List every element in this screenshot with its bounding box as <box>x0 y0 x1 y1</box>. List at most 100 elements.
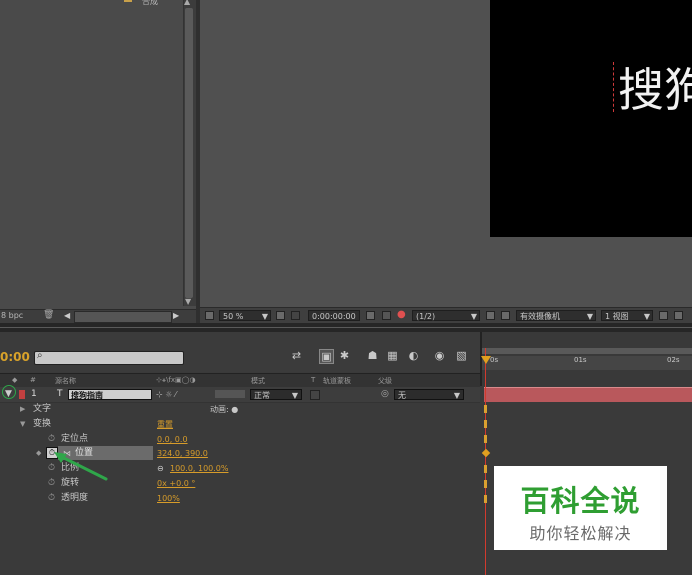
graph-editor-icon[interactable]: ▧ <box>455 349 468 362</box>
expand-triangle-icon[interactable]: ▼ <box>5 387 12 402</box>
hide-shy-layers-icon[interactable]: ☗ <box>366 349 379 362</box>
chevron-down-icon: ▼ <box>586 312 593 321</box>
brainstorm-icon[interactable]: ◉ <box>433 349 446 362</box>
scroll-left-icon[interactable]: ◀ <box>64 311 70 320</box>
composition-text-layer[interactable]: 搜狗 <box>618 54 692 120</box>
pickwhip-icon[interactable]: ◎ <box>381 387 389 402</box>
frame-blending-icon[interactable]: ▦ <box>386 349 399 362</box>
transform-label: 变换 <box>33 419 52 429</box>
layer-duration-bar[interactable] <box>484 387 692 402</box>
horizontal-scrollbar[interactable] <box>74 311 172 323</box>
transparency-grid-icon[interactable] <box>501 311 510 320</box>
opacity-row[interactable]: ⏱ 透明度 100% <box>0 491 480 506</box>
reset-link[interactable]: 重置 <box>157 417 173 432</box>
blend-mode-value: 正常 <box>254 391 270 400</box>
animate-button[interactable]: 动画: ● <box>210 402 238 417</box>
text-layer-icon: T <box>57 389 63 399</box>
snapshot-icon[interactable] <box>366 311 375 320</box>
live-update-icon[interactable]: ▣ <box>319 349 334 364</box>
expand-triangle-icon[interactable]: ▼ <box>20 417 25 432</box>
opacity-label: 透明度 <box>61 493 89 503</box>
expand-triangle-icon[interactable]: ▶ <box>20 402 25 417</box>
safe-area-icon[interactable] <box>291 311 300 320</box>
show-snapshot-icon[interactable] <box>382 311 391 320</box>
transform-row[interactable]: ▼ 变换 重置 <box>0 417 480 432</box>
watermark-subtitle: 助你轻松解决 <box>529 524 632 543</box>
composition-icon <box>124 0 132 2</box>
draft-3d-icon[interactable]: ✱ <box>338 349 351 362</box>
color-channels-icon[interactable]: ● <box>397 309 406 320</box>
anchor-point-row[interactable]: ⏱ 定位点 0.0, 0.0 <box>0 432 480 447</box>
layer-index: 1 <box>31 389 37 399</box>
resolution-dropdown[interactable]: (1/2) ▼ <box>412 310 480 321</box>
scale-value[interactable]: 100.0, 100.0% <box>170 461 229 476</box>
layer-name-field[interactable]: 搜狗指南 <box>68 389 152 400</box>
stopwatch-icon[interactable]: ⏱ <box>48 491 55 506</box>
chevron-down-icon: ▼ <box>291 391 298 400</box>
keyframe-marker[interactable] <box>484 420 487 428</box>
camera-value: 有效摄像机 <box>520 312 560 321</box>
current-time-field[interactable]: 0:00:00:00 <box>308 310 360 321</box>
scroll-down-icon[interactable]: ▼ <box>185 297 191 306</box>
scroll-thumb[interactable] <box>185 8 193 298</box>
project-panel <box>0 0 196 323</box>
link-icon[interactable]: ⊖ <box>157 461 164 476</box>
keyframe-nav-icon[interactable]: ◆ <box>36 446 41 461</box>
parent-dropdown[interactable]: 无 ▼ <box>394 389 464 400</box>
annotation-arrow <box>54 452 108 481</box>
ruler-label-1: 01s <box>574 356 587 364</box>
keyframe-marker[interactable] <box>484 495 487 503</box>
anchor-point-value[interactable]: 0.0, 0.0 <box>157 432 188 447</box>
bit-depth-button[interactable]: 8 bpc <box>1 311 23 320</box>
parent-value: 无 <box>398 391 406 400</box>
fast-preview-icon[interactable] <box>674 311 683 320</box>
motion-blur-icon[interactable]: ◐ <box>407 349 420 362</box>
toggle-pixel-icon[interactable] <box>659 311 668 320</box>
chevron-down-icon: ▼ <box>453 391 460 400</box>
ruler-ticks[interactable] <box>482 356 692 370</box>
keyframe-marker[interactable] <box>484 480 487 488</box>
project-item-label[interactable]: 合成 <box>142 0 158 7</box>
always-preview-icon[interactable] <box>205 311 214 320</box>
scroll-up-icon[interactable]: ▲ <box>184 0 190 6</box>
chevron-down-icon: ▼ <box>643 312 650 321</box>
viewer-toolbar: 50 % ▼ 0:00:00:00 ● (1/2) ▼ 有效摄像机 ▼ 1 视图 ▼ <box>200 307 692 324</box>
column-switches: ⊹⚹\fx▣◯◑ <box>156 376 196 384</box>
keyframe-marker[interactable] <box>484 435 487 443</box>
search-icon: ⌕ <box>37 350 43 361</box>
column-number[interactable]: # <box>30 376 36 384</box>
zoom-dropdown[interactable]: 50 % ▼ <box>219 310 271 321</box>
keyframe-marker[interactable] <box>484 405 487 413</box>
region-of-interest-icon[interactable] <box>486 311 495 320</box>
blend-mode-dropdown[interactable]: 正常 ▼ <box>250 389 302 400</box>
column-trkmat-label[interactable]: 轨道蒙板 <box>323 376 351 386</box>
fit-icon[interactable] <box>276 311 285 320</box>
column-source-name[interactable]: 源名称 <box>55 376 76 386</box>
keyframe-marker[interactable] <box>484 465 487 473</box>
opacity-value[interactable]: 100% <box>157 491 180 506</box>
playhead-handle[interactable] <box>481 356 491 364</box>
resolution-value: (1/2) <box>416 312 436 321</box>
column-mode[interactable]: 模式 <box>251 376 265 386</box>
comp-mini-flowchart-icon[interactable]: ⇄ <box>290 349 303 362</box>
playhead-line[interactable] <box>485 348 486 575</box>
position-value[interactable]: 324.0, 390.0 <box>157 446 208 461</box>
trkmat-box[interactable] <box>310 390 320 400</box>
collapse-switch-icon[interactable]: ⊹ ☼ ⁄ <box>156 387 176 402</box>
work-area-bar[interactable] <box>482 348 692 354</box>
anchor-point-label: 定位点 <box>61 434 89 444</box>
timeline-timecode[interactable]: 0:00 <box>0 350 30 364</box>
chevron-down-icon: ▼ <box>261 312 268 321</box>
column-parent[interactable]: 父级 <box>378 376 392 386</box>
layer-search-input[interactable] <box>34 351 184 365</box>
ruler-label-0: 0s <box>490 356 499 364</box>
scroll-right-icon[interactable]: ▶ <box>173 311 179 320</box>
views-dropdown[interactable]: 1 视图 ▼ <box>601 310 653 321</box>
text-property-row[interactable]: ▶ 文字 动画: ● <box>0 402 480 417</box>
rotation-value[interactable]: 0x +0.0 ° <box>157 476 195 491</box>
trash-icon[interactable]: 🗑 <box>43 310 54 320</box>
label-color-swatch[interactable] <box>19 390 25 399</box>
stopwatch-icon[interactable]: ⏱ <box>48 432 55 447</box>
switch-boxes[interactable] <box>215 390 245 398</box>
camera-dropdown[interactable]: 有效摄像机 ▼ <box>516 310 596 321</box>
